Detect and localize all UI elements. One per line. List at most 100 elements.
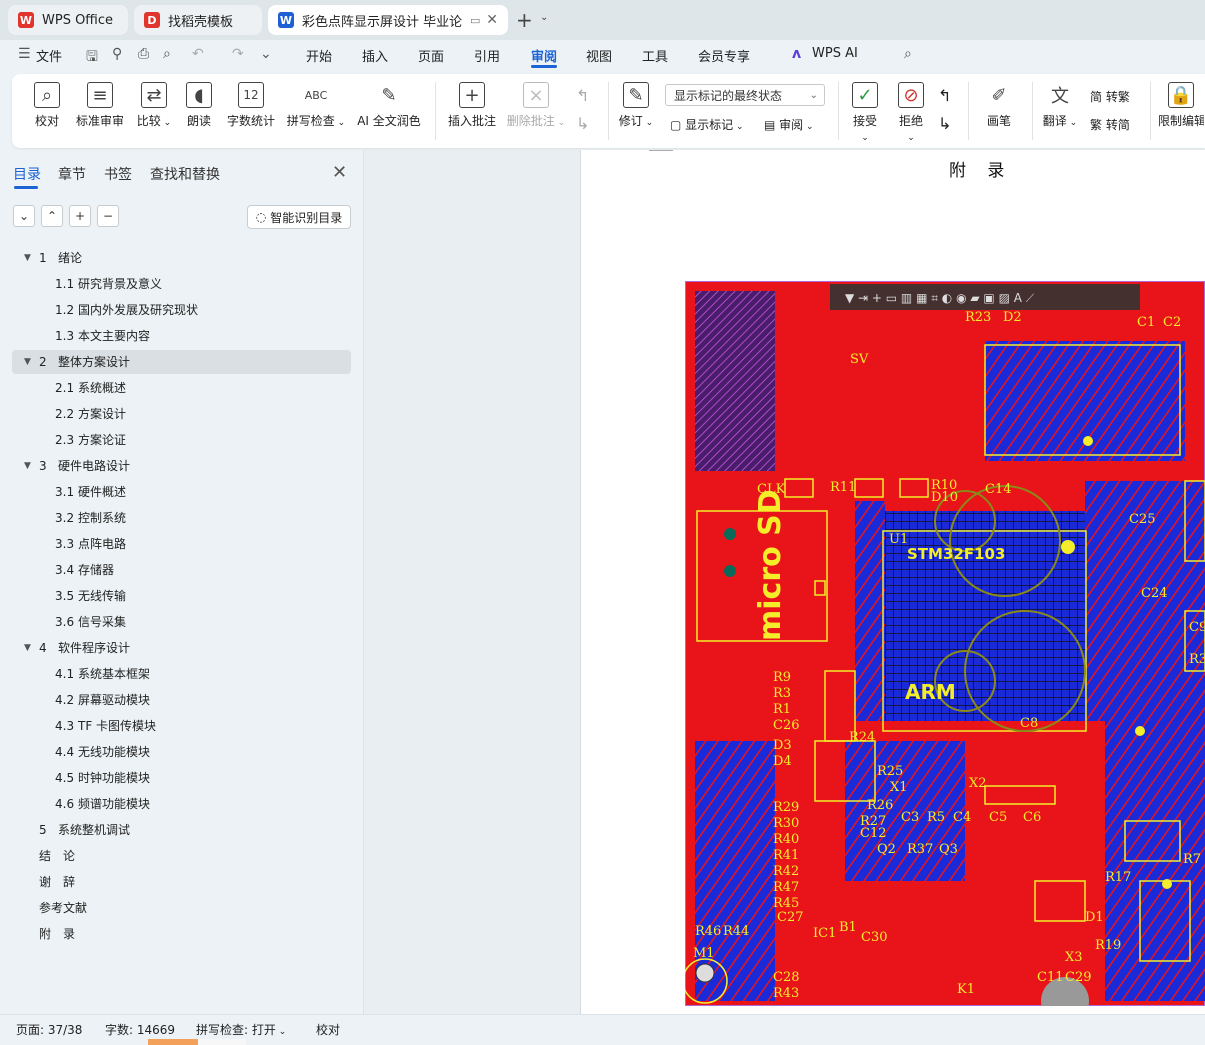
toc-item[interactable]: 3.6 信号采集 — [12, 610, 351, 634]
close-pane-icon[interactable]: ✕ — [332, 162, 347, 183]
toc-item[interactable]: ▼ 2 整体方案设计 — [12, 350, 351, 374]
share-icon[interactable]: ⚲ — [112, 46, 122, 62]
next-change-icon[interactable]: ↳ — [938, 114, 951, 133]
menu-tools[interactable]: 工具 — [642, 46, 668, 65]
toc-item[interactable]: 3.5 无线传输 — [12, 584, 351, 608]
to-simplified-button[interactable]: 繁 转简 — [1090, 116, 1130, 133]
toc-item[interactable]: ▼ 4 软件程序设计 — [12, 636, 351, 660]
menu-member[interactable]: 会员专享 — [698, 46, 750, 65]
smart-toc-button[interactable]: ◌ 智能识别目录 — [247, 205, 351, 229]
next-comment-icon[interactable]: ↳ — [576, 114, 589, 133]
proofread-button[interactable]: ⌕ 校对 — [32, 82, 62, 129]
word-count-indicator[interactable]: 字数: 14669 — [105, 1021, 175, 1038]
spell-check-status[interactable]: 拼写检查: 打开 ⌄ — [196, 1021, 286, 1038]
tab-template[interactable]: D 找稻壳模板 — [134, 5, 262, 35]
save-icon[interactable]: 🖫 — [86, 46, 98, 70]
expand-triangle-icon[interactable]: ▼ — [24, 246, 31, 270]
pcb-toolbar[interactable]: ▼ ⇥ + ▭ ▥ ▦ ⌗ ◐ ◉ ▰ ▣ ▨ A ⟋ — [830, 284, 1140, 310]
menu-view[interactable]: 视图 — [586, 46, 612, 65]
toc-item[interactable]: 1.1 研究背景及意义 — [12, 272, 351, 296]
toc-item[interactable]: 3.2 控制系统 — [12, 506, 351, 530]
monitor-icon[interactable]: ▭ — [470, 14, 480, 27]
close-tab-icon[interactable]: ✕ — [486, 12, 498, 28]
page-indicator[interactable]: 页面: 37/38 — [16, 1021, 82, 1038]
reject-button[interactable]: ⊘ 拒绝 ⌄ — [894, 82, 928, 143]
toc-item[interactable]: 1.2 国内外发展及研究现状 — [12, 298, 351, 322]
toc-item[interactable]: 附 录 — [12, 922, 351, 946]
toc-item[interactable]: 4.5 时钟功能模块 — [12, 766, 351, 790]
delete-comment-button[interactable]: × 删除批注 ⌄ — [506, 82, 566, 129]
toc-item[interactable]: 结 论 — [12, 844, 351, 868]
standard-review-button[interactable]: ≡ 标准审审 — [74, 82, 126, 129]
toc-item[interactable]: 参考文献 — [12, 896, 351, 920]
toc-item[interactable]: 2.2 方案设计 — [12, 402, 351, 426]
toc-item[interactable]: 3.1 硬件概述 — [12, 480, 351, 504]
menu-reference[interactable]: 引用 — [474, 46, 500, 65]
toc-item[interactable]: ▼ 3 硬件电路设计 — [12, 454, 351, 478]
print-preview-icon[interactable]: ⌕ — [163, 46, 171, 62]
redo-icon[interactable]: ↷ — [232, 46, 244, 62]
tab-document[interactable]: W 彩色点阵显示屏设计 毕业论文 ▭ ✕ — [268, 5, 508, 35]
remove-heading-button[interactable]: − — [97, 205, 119, 227]
expand-triangle-icon[interactable]: ▼ — [24, 350, 31, 374]
translate-button[interactable]: 文 翻译 ⌄ — [1042, 82, 1078, 129]
toc-item[interactable]: 3.4 存储器 — [12, 558, 351, 582]
restrict-edit-button[interactable]: 🔒 限制编辑 — [1158, 82, 1204, 129]
toc-item[interactable]: 4.4 无线功能模块 — [12, 740, 351, 764]
track-changes-button[interactable]: ✎ 修订 ⌄ — [618, 82, 654, 129]
toc-item[interactable]: 4.2 屏幕驱动模块 — [12, 688, 351, 712]
toc-item[interactable]: 谢 辞 — [12, 870, 351, 894]
word-count-button[interactable]: 12 字数统计 — [226, 82, 276, 129]
previous-change-icon[interactable]: ↰ — [938, 86, 951, 105]
pcb-layout-image[interactable]: ▼ ⇥ + ▭ ▥ ▦ ⌗ ◐ ◉ ▰ ▣ ▨ A ⟋ R23 D2 C1 C2… — [685, 281, 1205, 1006]
magic-wand-icon: ✎ — [381, 84, 397, 106]
undo-icon[interactable]: ↶ — [192, 46, 204, 62]
insert-comment-button[interactable]: + 插入批注 — [446, 82, 498, 129]
menu-review[interactable]: 审阅 — [531, 46, 557, 65]
menu-home[interactable]: 开始 — [306, 46, 332, 65]
toc-item[interactable]: 4.3 TF 卡图传模块 — [12, 714, 351, 738]
chevron-down-icon[interactable]: ⌄ — [540, 12, 548, 23]
toc-item[interactable]: 4.6 频谱功能模块 — [12, 792, 351, 816]
toc-item[interactable]: ▼ 1 绪论 — [12, 246, 351, 270]
tab-toc[interactable]: 目录 — [13, 164, 41, 184]
show-markup-button[interactable]: ▢ 显示标记 ⌄ — [670, 116, 744, 133]
read-aloud-button[interactable]: ◖ 朗读 — [186, 82, 212, 129]
new-tab-icon[interactable]: + — [516, 8, 533, 32]
toc-item[interactable]: 4.1 系统基本框架 — [12, 662, 351, 686]
expand-down-button[interactable]: ⌄ — [13, 205, 35, 227]
add-heading-button[interactable]: + — [69, 205, 91, 227]
collapse-up-button[interactable]: ⌃ — [41, 205, 63, 227]
ai-polish-button[interactable]: ✎ AI 全文润色 — [356, 82, 422, 129]
document-page[interactable]: 附 录 ▼ ⇥ + ▭ ▥ ▦ ⌗ ◐ ◉ ▰ ▣ ▨ A ⟋ R23 D2 C… — [581, 150, 1205, 1014]
toc-item[interactable]: 5 系统整机调试 — [12, 818, 351, 842]
spell-check-button[interactable]: ABC 拼写检查 ⌄ — [286, 82, 346, 129]
menu-page[interactable]: 页面 — [418, 46, 444, 65]
review-pane-button[interactable]: ▤ 审阅 ⌄ — [764, 116, 814, 133]
hamburger-icon[interactable]: ☰ — [18, 46, 31, 62]
more-icon[interactable]: ⌄ — [260, 46, 272, 62]
toc-item[interactable]: 2.1 系统概述 — [12, 376, 351, 400]
toc-item[interactable]: 1.3 本文主要内容 — [12, 324, 351, 348]
search-icon[interactable]: ⌕ — [904, 46, 912, 62]
tab-find-replace[interactable]: 查找和替换 — [150, 164, 220, 184]
tab-wps-office[interactable]: W WPS Office — [8, 5, 128, 35]
toc-text: 存储器 — [78, 563, 115, 577]
to-traditional-button[interactable]: 简 转繁 — [1090, 88, 1130, 105]
compare-button[interactable]: ⇄ 比较 ⌄ — [136, 82, 172, 129]
toc-item[interactable]: 2.3 方案论证 — [12, 428, 351, 452]
menu-insert[interactable]: 插入 — [362, 46, 388, 65]
expand-triangle-icon[interactable]: ▼ — [24, 636, 31, 660]
tab-chapters[interactable]: 章节 — [58, 164, 86, 184]
expand-triangle-icon[interactable]: ▼ — [24, 454, 31, 478]
pen-button[interactable]: ✐ 画笔 — [984, 82, 1014, 129]
menu-file[interactable]: 文件 — [36, 46, 62, 65]
proofread-status[interactable]: 校对 — [316, 1021, 340, 1038]
print-icon[interactable]: ⎙ — [138, 46, 149, 62]
toc-item[interactable]: 3.3 点阵电路 — [12, 532, 351, 556]
accept-button[interactable]: ✓ 接受 ⌄ — [848, 82, 882, 143]
menu-wps-ai[interactable]: WPS AI — [812, 46, 858, 61]
markup-mode-select[interactable]: 显示标记的最终状态 ⌄ — [665, 84, 825, 106]
previous-comment-icon[interactable]: ↰ — [576, 86, 589, 105]
tab-bookmarks[interactable]: 书签 — [104, 164, 132, 184]
